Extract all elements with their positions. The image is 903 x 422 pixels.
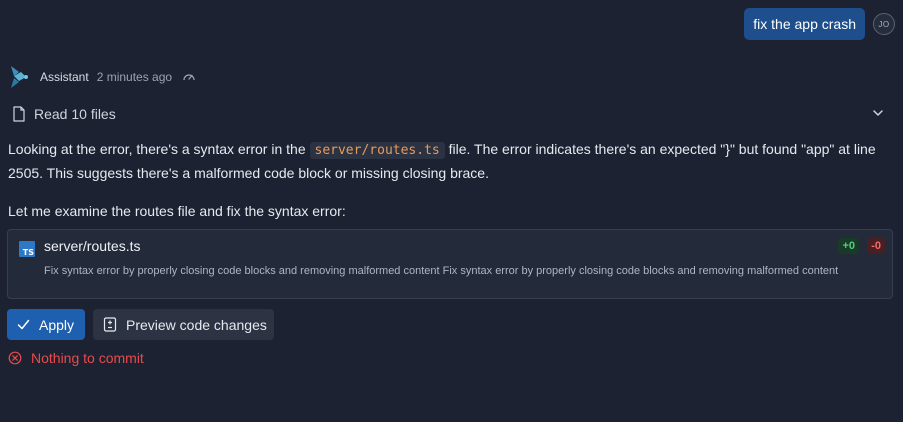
user-message-bubble: fix the app crash	[744, 8, 865, 40]
assistant-name: Assistant	[40, 70, 89, 84]
error-circle-x-icon	[8, 351, 22, 365]
assistant-paragraph-1: Looking at the error, there's a syntax e…	[8, 138, 888, 185]
chevron-down-icon[interactable]	[872, 107, 884, 119]
speedometer-icon[interactable]	[182, 70, 196, 84]
preview-code-changes-button[interactable]: Preview code changes	[93, 309, 274, 340]
file-change-description: Fix syntax error by properly closing cod…	[44, 265, 839, 277]
assistant-logo-icon	[11, 66, 28, 88]
message-timestamp: 2 minutes ago	[96, 70, 173, 84]
file-change-card[interactable]: TS server/routes.ts +0 -0 Fix syntax err…	[7, 229, 893, 299]
commit-status: Nothing to commit	[8, 350, 144, 366]
preview-label: Preview code changes	[126, 316, 267, 333]
inline-code-filename: server/routes.ts	[309, 142, 445, 159]
read-files-label: Read 10 files	[34, 106, 116, 122]
assistant-paragraph-2: Let me examine the routes file and fix t…	[8, 203, 346, 219]
additions-badge: +0	[838, 238, 859, 254]
apply-button[interactable]: Apply	[7, 309, 85, 340]
read-files-toggle[interactable]: Read 10 files	[8, 104, 888, 124]
file-change-name: server/routes.ts	[44, 238, 141, 254]
file-icon	[13, 106, 25, 122]
diff-file-icon	[103, 317, 117, 332]
deletions-badge: -0	[867, 238, 885, 254]
paragraph-text: Looking at the error, there's a syntax e…	[8, 141, 310, 157]
user-avatar[interactable]: JO	[873, 13, 895, 35]
typescript-file-icon: TS	[19, 241, 35, 257]
error-message: Nothing to commit	[31, 350, 144, 366]
user-message-row: fix the app crash JO	[744, 8, 895, 40]
chat-panel: fix the app crash JO Assistant 2 minutes…	[0, 0, 903, 422]
apply-label: Apply	[39, 316, 75, 333]
assistant-header: Assistant 2 minutes ago	[8, 64, 196, 90]
checkmark-icon	[17, 319, 30, 330]
